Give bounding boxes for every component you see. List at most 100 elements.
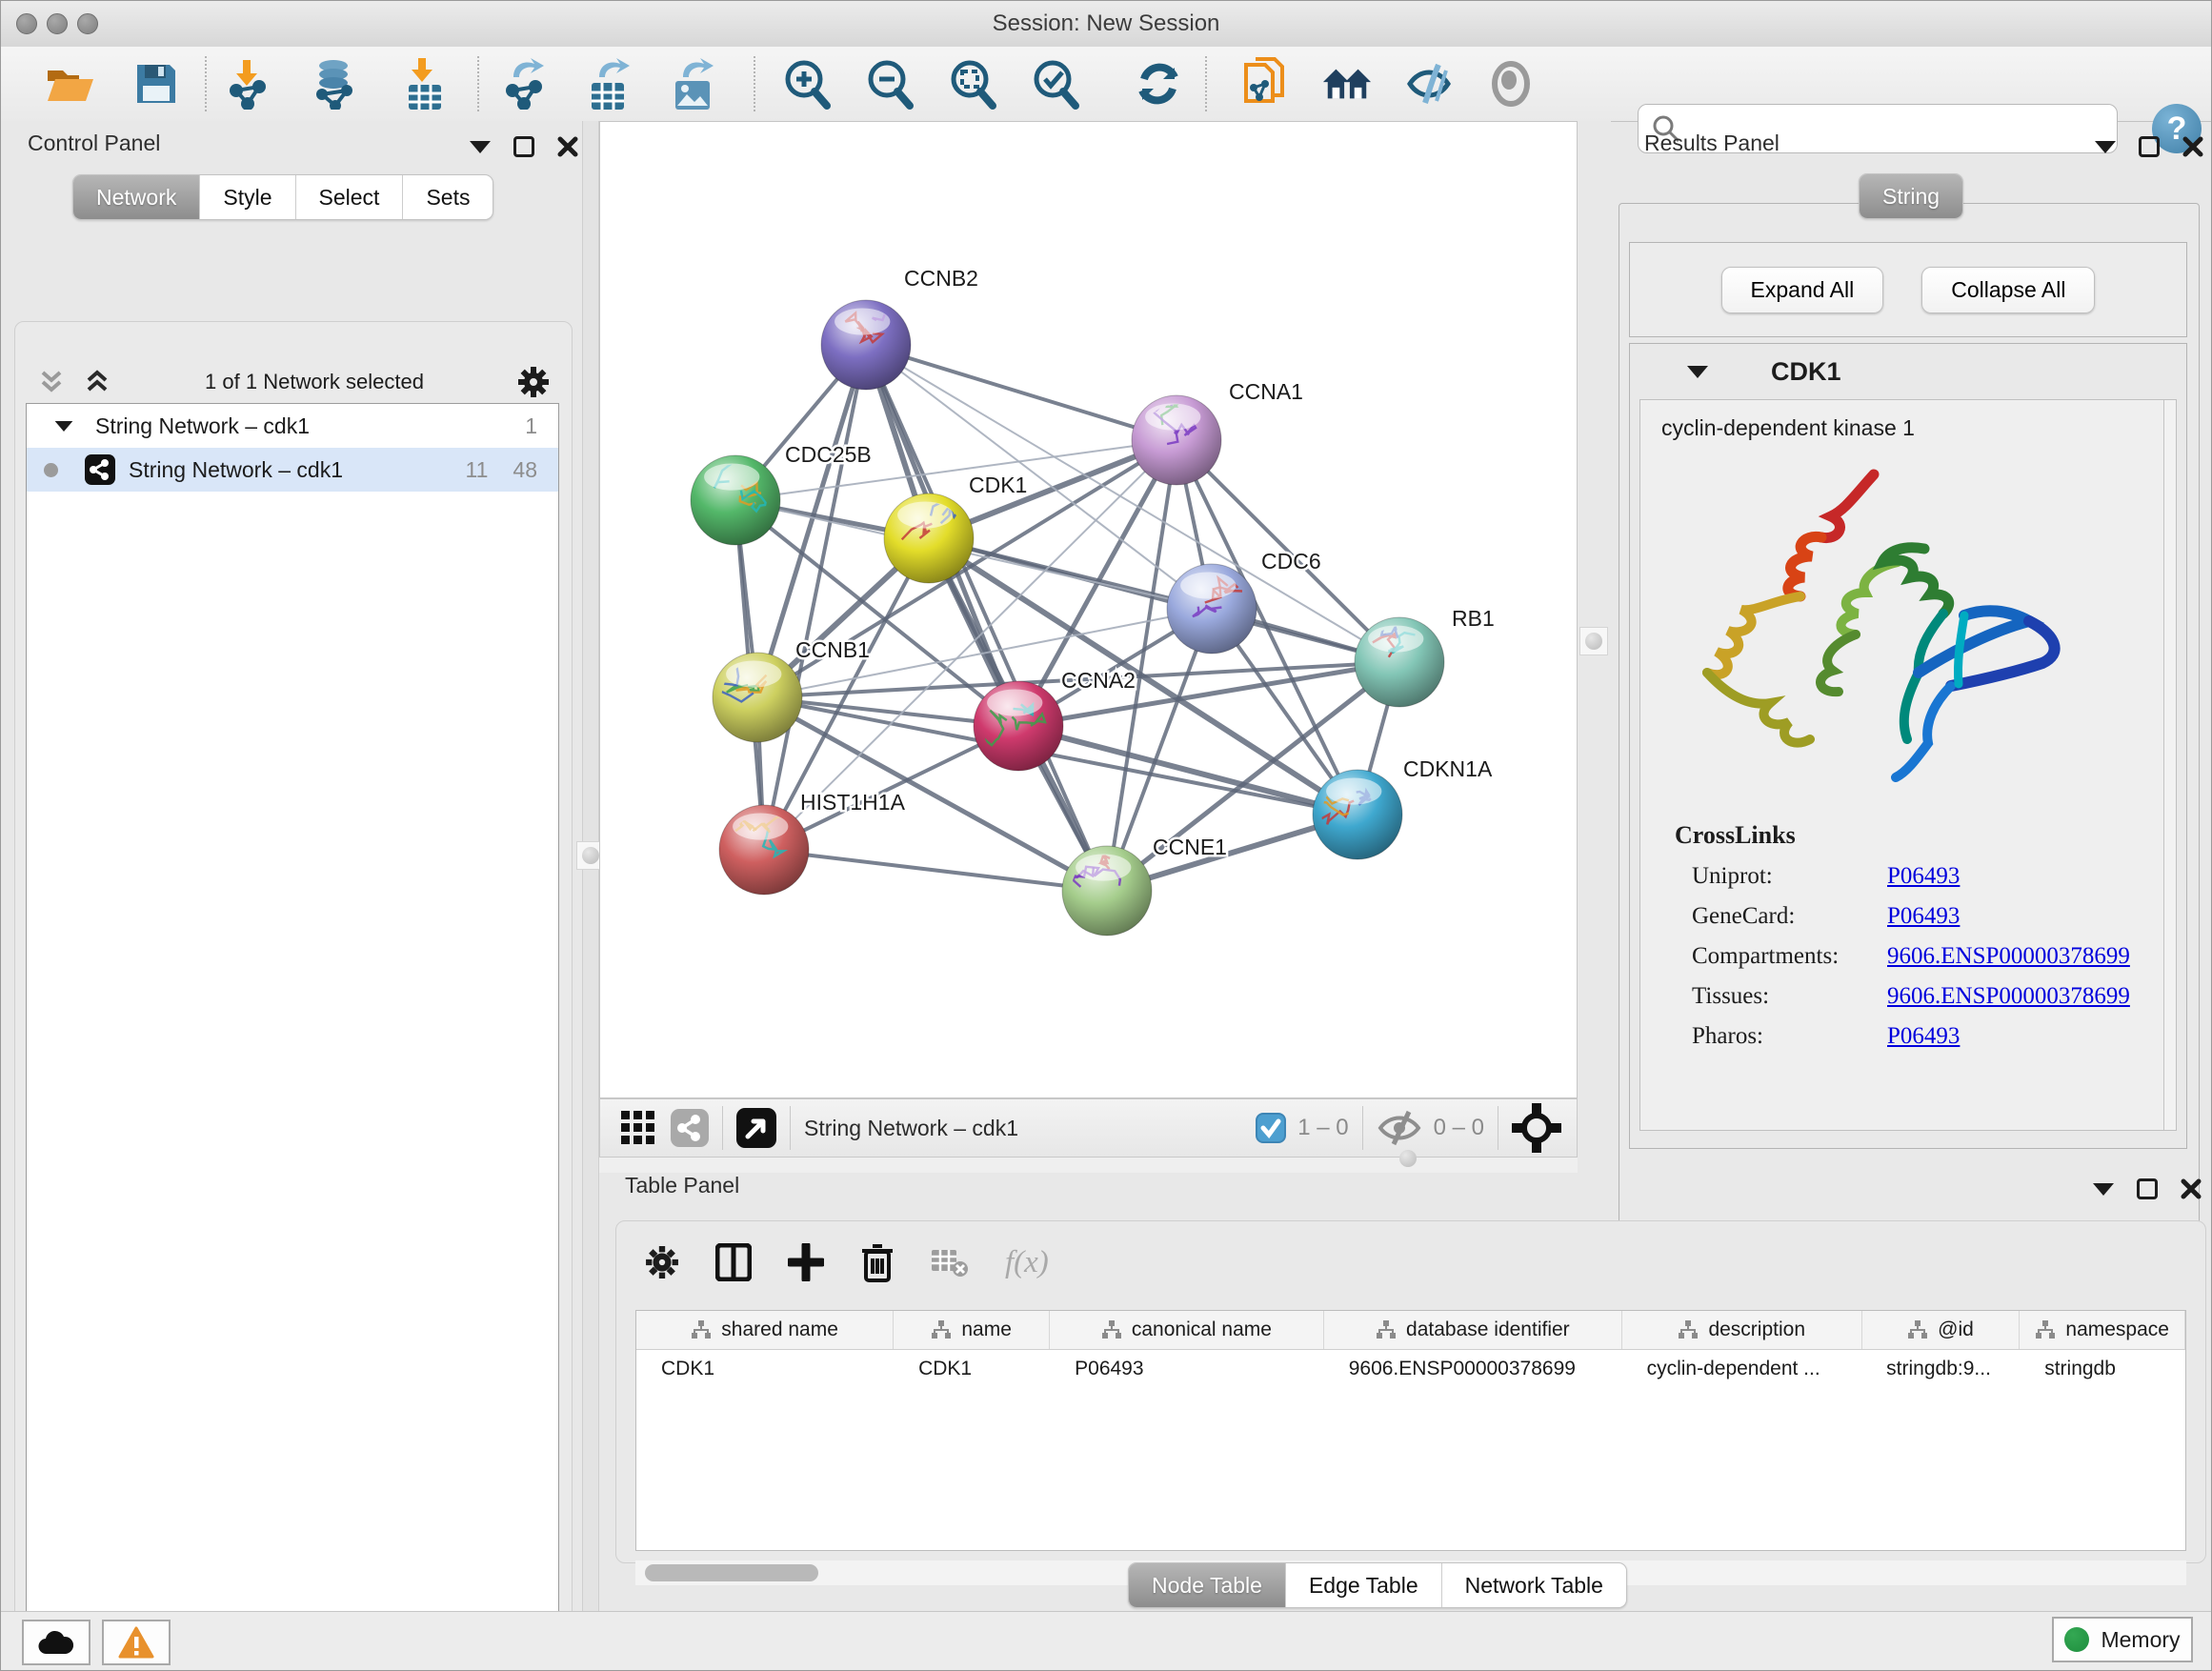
zoom-in-button[interactable] bbox=[780, 58, 832, 110]
table-hscrollbar-thumb[interactable] bbox=[645, 1564, 818, 1581]
clone-network-icon bbox=[1242, 57, 1288, 111]
panel-menu-icon[interactable] bbox=[470, 141, 491, 153]
column-header-shared-name[interactable]: shared name bbox=[636, 1311, 894, 1349]
tab-edge-table[interactable]: Edge Table bbox=[1285, 1563, 1441, 1607]
crosslink-link[interactable]: P06493 bbox=[1887, 1023, 1960, 1050]
zoom-fit-button[interactable] bbox=[946, 58, 997, 110]
column-type-icon bbox=[2035, 1320, 2056, 1339]
crosslink-link[interactable]: P06493 bbox=[1887, 903, 1960, 930]
right-splitter-handle[interactable] bbox=[1579, 627, 1608, 655]
panel-menu-icon[interactable] bbox=[2093, 1183, 2114, 1196]
collapse-all-button[interactable]: Collapse All bbox=[1921, 267, 2095, 313]
hidden-count: 0 – 0 bbox=[1434, 1115, 1484, 1141]
panel-close-icon[interactable] bbox=[2181, 1178, 2202, 1199]
birds-eye-view-icon[interactable] bbox=[736, 1108, 776, 1148]
horizontal-splitter[interactable] bbox=[599, 1158, 1578, 1173]
tab-sets[interactable]: Sets bbox=[402, 175, 493, 219]
column-header-namespace[interactable]: namespace bbox=[2020, 1311, 2185, 1349]
panel-menu-icon[interactable] bbox=[2095, 141, 2116, 153]
horizontal-splitter-handle[interactable] bbox=[1394, 1144, 1422, 1173]
panel-float-icon[interactable] bbox=[2137, 1178, 2158, 1199]
memory-button[interactable]: Memory bbox=[2052, 1617, 2193, 1662]
node-CCNB1[interactable]: CCNB1 bbox=[713, 637, 870, 742]
show-columns-icon[interactable] bbox=[715, 1243, 752, 1281]
results-scrollbar[interactable] bbox=[2163, 400, 2176, 1130]
gene-name: CDK1 bbox=[1771, 357, 1841, 387]
column-header-label: name bbox=[961, 1319, 1012, 1341]
edge-HIST1H1A-CCNE1[interactable] bbox=[764, 850, 1107, 891]
table-settings-gear-icon[interactable] bbox=[645, 1245, 679, 1279]
network-selected-count: 1 of 1 Network selected bbox=[111, 370, 517, 394]
export-network-button[interactable] bbox=[498, 58, 550, 110]
table-row[interactable]: CDK1CDK1P064939606.ENSP00000378699cyclin… bbox=[636, 1350, 2185, 1388]
column-header-name[interactable]: name bbox=[894, 1311, 1050, 1349]
node-RB1[interactable]: RB1 bbox=[1355, 606, 1495, 707]
delete-column-icon[interactable] bbox=[860, 1242, 895, 1282]
tab-string[interactable]: String bbox=[1860, 174, 1962, 218]
tab-select[interactable]: Select bbox=[295, 175, 403, 219]
network-collection-row[interactable]: String Network – cdk1 1 bbox=[27, 404, 558, 448]
table-cell: cyclin-dependent ... bbox=[1622, 1350, 1862, 1388]
column-header-@id[interactable]: @id bbox=[1862, 1311, 2021, 1349]
open-session-button[interactable] bbox=[45, 58, 96, 110]
selected-checkbox-icon[interactable] bbox=[1256, 1113, 1286, 1143]
fit-selected-target-icon[interactable] bbox=[1512, 1103, 1561, 1153]
zoom-selected-button[interactable] bbox=[1029, 58, 1080, 110]
table-toolbar: f(x) bbox=[645, 1238, 1049, 1286]
export-image-button[interactable] bbox=[668, 58, 719, 110]
column-header-canonical-name[interactable]: canonical name bbox=[1050, 1311, 1324, 1349]
add-column-icon[interactable] bbox=[788, 1243, 824, 1281]
hide-unhide-button[interactable] bbox=[1403, 58, 1455, 110]
grid-view-icon[interactable] bbox=[619, 1109, 657, 1147]
network-list-icon[interactable] bbox=[671, 1109, 709, 1147]
node-CDK1[interactable]: CDK1 bbox=[884, 473, 1027, 583]
import-network-icon bbox=[224, 58, 271, 110]
delete-table-icon[interactable] bbox=[931, 1246, 969, 1278]
panel-float-icon[interactable] bbox=[513, 136, 534, 157]
network-row[interactable]: String Network – cdk1 11 48 bbox=[27, 448, 558, 492]
tab-style[interactable]: Style bbox=[199, 175, 294, 219]
edge-CCNB2-HIST1H1A[interactable] bbox=[764, 345, 866, 850]
string-results-box: Expand All Collapse All CDK1 cyclin-depe… bbox=[1619, 203, 2200, 1266]
zoom-out-button[interactable] bbox=[863, 58, 915, 110]
tab-network[interactable]: Network bbox=[73, 175, 199, 219]
tab-node-table[interactable]: Node Table bbox=[1129, 1563, 1285, 1607]
panel-float-icon[interactable] bbox=[2139, 136, 2160, 157]
export-table-button[interactable] bbox=[584, 58, 635, 110]
node-HIST1H1A[interactable]: HIST1H1A bbox=[719, 790, 906, 895]
gene-section-header[interactable]: CDK1 bbox=[1630, 344, 2186, 399]
control-panel: Control Panel NetworkStyleSelectSets 1 o… bbox=[1, 121, 582, 1611]
cloud-status-button[interactable] bbox=[22, 1620, 90, 1665]
collapse-all-icon[interactable] bbox=[37, 370, 66, 394]
gene-details: cyclin-dependent kinase 1 bbox=[1639, 399, 2177, 1131]
column-type-icon bbox=[1678, 1320, 1699, 1339]
crosslink-link[interactable]: 9606.ENSP00000378699 bbox=[1887, 983, 2130, 1010]
panel-close-icon[interactable] bbox=[2182, 136, 2203, 157]
tree-expander-icon[interactable] bbox=[55, 420, 73, 431]
expand-all-button[interactable]: Expand All bbox=[1721, 267, 1884, 313]
import-table-button[interactable] bbox=[399, 58, 451, 110]
gear-icon[interactable] bbox=[517, 366, 550, 398]
warnings-button[interactable] bbox=[102, 1620, 171, 1665]
refresh-button[interactable] bbox=[1133, 58, 1184, 110]
expand-all-icon[interactable] bbox=[83, 370, 111, 394]
clone-network-button[interactable] bbox=[1239, 58, 1291, 110]
function-builder-icon[interactable]: f(x) bbox=[1005, 1245, 1049, 1280]
save-session-button[interactable] bbox=[131, 58, 182, 110]
column-header-database-identifier[interactable]: database identifier bbox=[1324, 1311, 1622, 1349]
panel-close-icon[interactable] bbox=[557, 136, 578, 157]
crosslink-link[interactable]: P06493 bbox=[1887, 863, 1960, 890]
show-graphics-button[interactable] bbox=[1485, 58, 1537, 110]
network-canvas[interactable]: CCNB2CCNA1CDC25BCDK1CDC6RB1CCNB1CCNA2CDK… bbox=[599, 121, 1578, 1098]
import-database-button[interactable] bbox=[308, 58, 359, 110]
crosslink-link[interactable]: 9606.ENSP00000378699 bbox=[1887, 943, 2130, 970]
node-CCNA1[interactable]: CCNA1 bbox=[1132, 379, 1303, 485]
import-network-button[interactable] bbox=[222, 58, 273, 110]
edge-CCNB2-CCNA1[interactable] bbox=[866, 345, 1176, 440]
crosslink-row: Compartments:9606.ENSP00000378699 bbox=[1675, 943, 2130, 970]
column-header-description[interactable]: description bbox=[1622, 1311, 1862, 1349]
home-view-button[interactable] bbox=[1321, 58, 1373, 110]
hidden-eye-icon[interactable] bbox=[1377, 1110, 1422, 1146]
tab-network-table[interactable]: Network Table bbox=[1441, 1563, 1626, 1607]
section-expander-icon[interactable] bbox=[1687, 366, 1708, 378]
